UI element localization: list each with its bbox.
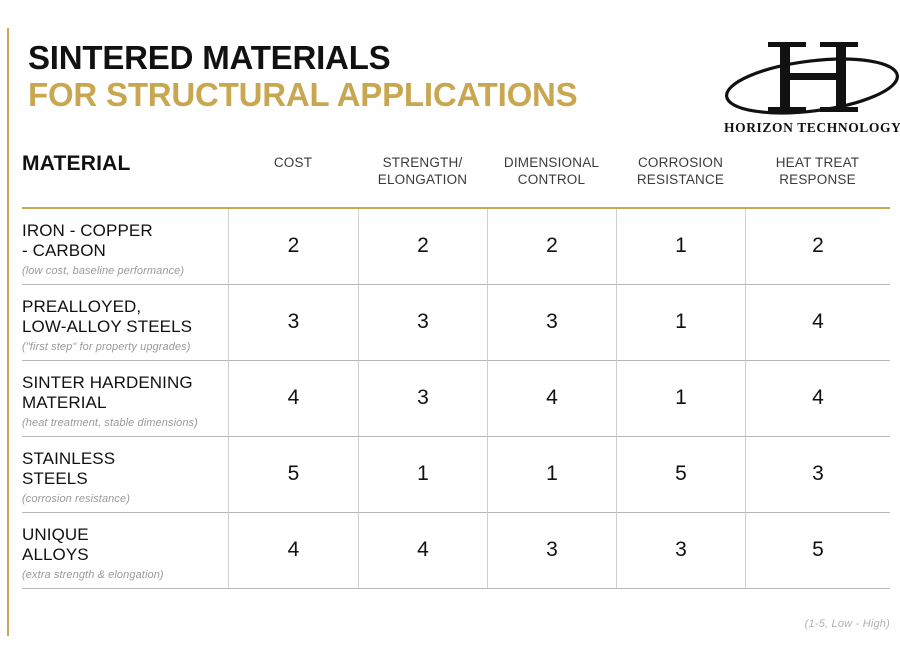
column-header-strength-elongation: STRENGTH/ ELONGATION — [377, 155, 468, 187]
cell-heat-treat-response: 4 — [745, 284, 890, 361]
material-note: (corrosion resistance) — [22, 493, 130, 506]
column-header-cost: COST — [273, 155, 313, 170]
table-header-row: MATERIAL COST STRENGTH/ ELONGATION DIMEN… — [22, 148, 890, 189]
material-name: PREALLOYED, LOW-ALLOY STEELS — [22, 296, 193, 337]
cell-dimensional-control: 1 — [487, 436, 616, 513]
cell-corrosion-resistance: 5 — [616, 436, 745, 513]
cell-dimensional-control: 3 — [487, 512, 616, 589]
cell-cost: 4 — [228, 512, 358, 589]
material-name: IRON - COPPER - CARBON — [22, 220, 153, 261]
cell-corrosion-resistance: 3 — [616, 512, 745, 589]
cell-cost: 2 — [228, 208, 358, 285]
table-row: UNIQUE ALLOYS (extra strength & elongati… — [22, 513, 228, 589]
material-note: ("first step" for property upgrades) — [22, 341, 191, 354]
material-note: (extra strength & elongation) — [22, 569, 164, 582]
page-title: SINTERED MATERIALS FOR STRUCTURAL APPLIC… — [28, 40, 728, 115]
logo-wordmark: HORIZON TECHNOLOGY — [724, 120, 900, 135]
cell-strength-elongation: 1 — [358, 436, 487, 513]
material-note: (heat treatment, stable dimensions) — [22, 417, 198, 430]
column-header-material: MATERIAL — [22, 152, 131, 175]
table-row: PREALLOYED, LOW-ALLOY STEELS ("first ste… — [22, 285, 228, 361]
material-name: SINTER HARDENING MATERIAL — [22, 372, 193, 413]
cell-corrosion-resistance: 1 — [616, 360, 745, 437]
cell-dimensional-control: 2 — [487, 208, 616, 285]
cell-dimensional-control: 3 — [487, 284, 616, 361]
cell-corrosion-resistance: 1 — [616, 284, 745, 361]
table-body: IRON - COPPER - CARBON (low cost, baseli… — [22, 208, 890, 589]
table-row: SINTER HARDENING MATERIAL (heat treatmen… — [22, 361, 228, 437]
title-line-2: FOR STRUCTURAL APPLICATIONS — [28, 75, 578, 113]
cell-strength-elongation: 3 — [358, 360, 487, 437]
table-row: STAINLESS STEELS (corrosion resistance) — [22, 437, 228, 513]
materials-comparison-table: MATERIAL COST STRENGTH/ ELONGATION DIMEN… — [22, 148, 890, 589]
column-header-dimensional-control: DIMENSIONAL CONTROL — [503, 155, 600, 187]
scale-footnote: (1-5, Low - High) — [804, 618, 890, 630]
material-note: (low cost, baseline performance) — [22, 265, 185, 278]
column-header-corrosion-resistance: CORROSION RESISTANCE — [636, 155, 725, 187]
cell-cost: 5 — [228, 436, 358, 513]
cell-heat-treat-response: 2 — [745, 208, 890, 285]
left-accent-bar — [7, 28, 9, 636]
cell-heat-treat-response: 4 — [745, 360, 890, 437]
title-line-1: SINTERED MATERIALS — [28, 39, 391, 76]
material-name: STAINLESS STEELS — [22, 448, 116, 489]
cell-strength-elongation: 2 — [358, 208, 487, 285]
cell-corrosion-resistance: 1 — [616, 208, 745, 285]
cell-heat-treat-response: 5 — [745, 512, 890, 589]
cell-cost: 3 — [228, 284, 358, 361]
cell-strength-elongation: 4 — [358, 512, 487, 589]
table-row: IRON - COPPER - CARBON (low cost, baseli… — [22, 209, 228, 285]
logo-h-mark-icon — [724, 42, 900, 115]
cell-strength-elongation: 3 — [358, 284, 487, 361]
material-name: UNIQUE ALLOYS — [22, 524, 89, 565]
cell-dimensional-control: 4 — [487, 360, 616, 437]
horizon-technology-logo: HORIZON TECHNOLOGY — [724, 28, 900, 140]
cell-heat-treat-response: 3 — [745, 436, 890, 513]
column-header-heat-treat-response: HEAT TREAT RESPONSE — [775, 155, 860, 187]
cell-cost: 4 — [228, 360, 358, 437]
